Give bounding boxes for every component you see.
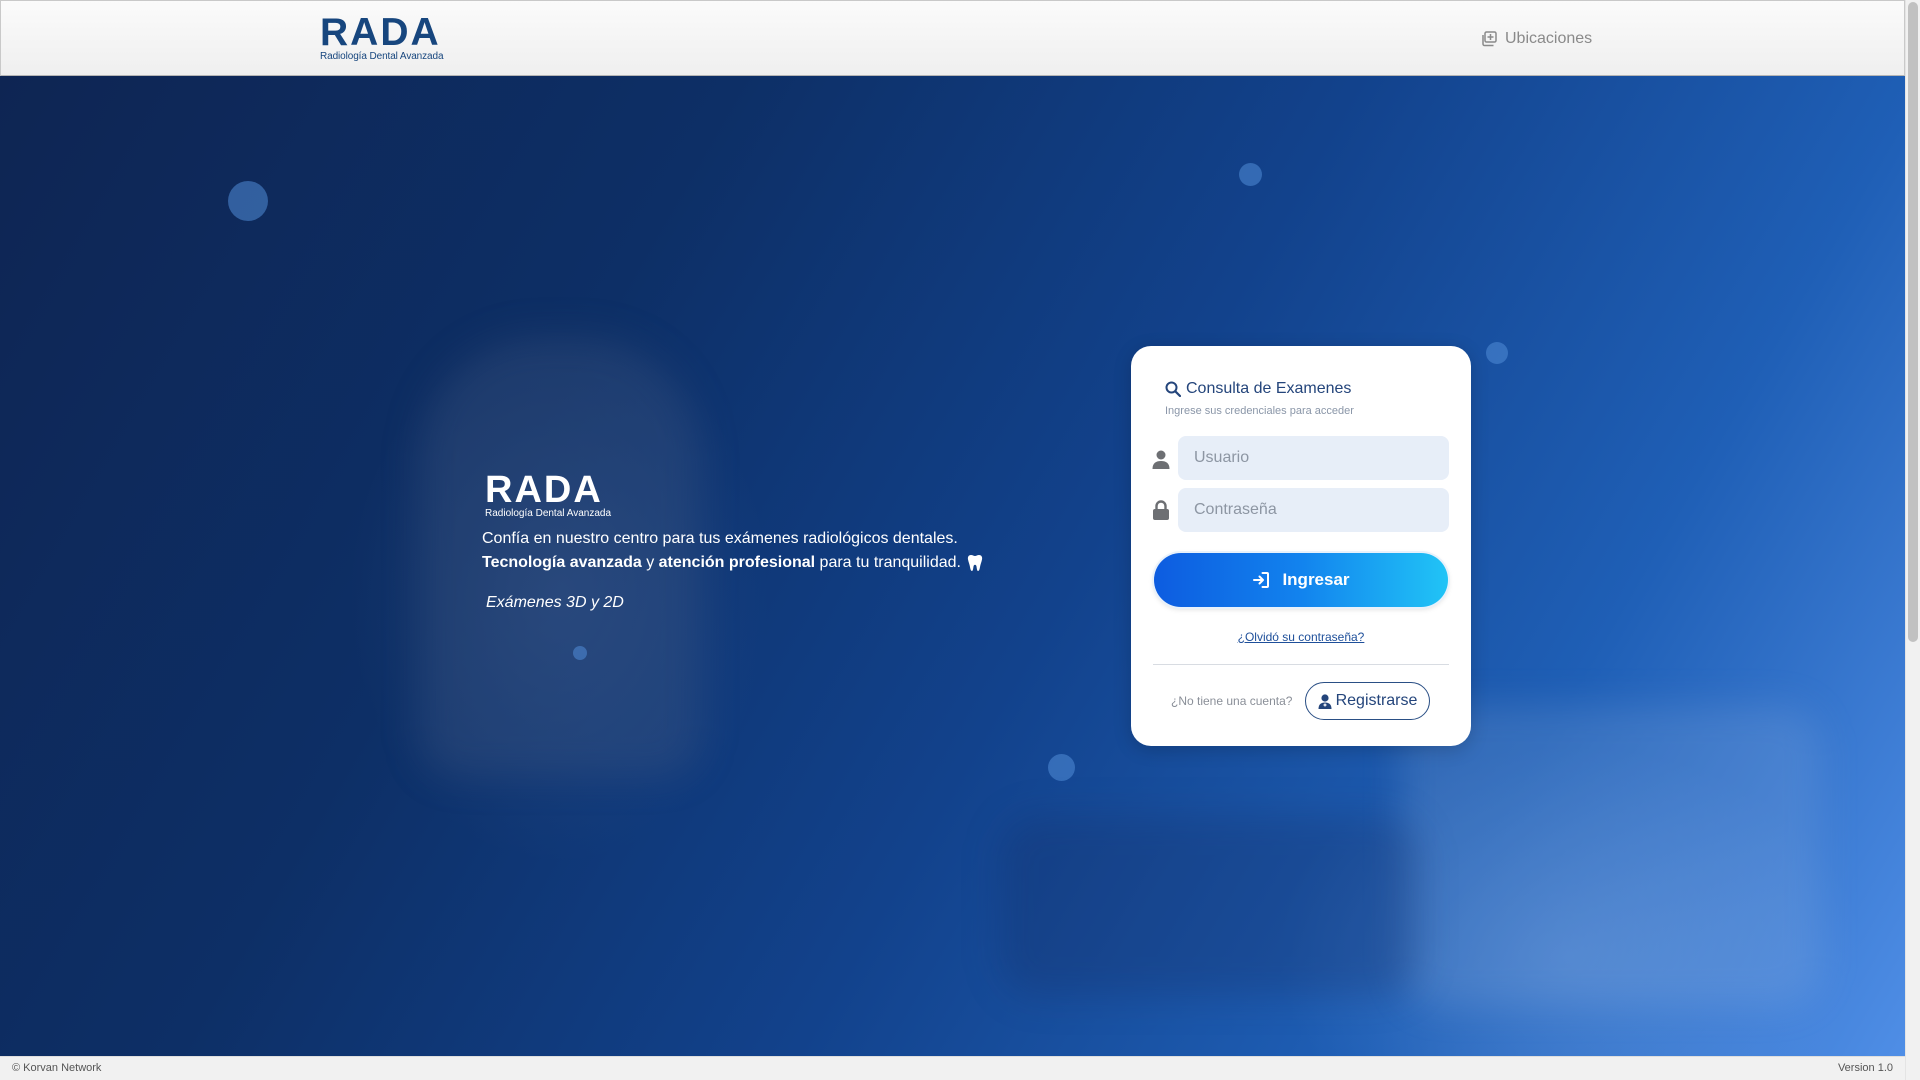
user-doctor-icon <box>1318 693 1332 709</box>
footer: © Korvan Network Version 1.0 <box>0 1056 1905 1080</box>
page: RADA Radiología Dental Avanzada Ubicacio… <box>0 0 1905 1080</box>
top-navbar: RADA Radiología Dental Avanzada Ubicacio… <box>0 0 1905 76</box>
hero-logo-tagline: Radiología Dental Avanzada <box>485 508 612 519</box>
login-card-title: Consulta de Examenes <box>1165 380 1351 398</box>
decorative-bubble <box>1486 342 1508 364</box>
decorative-bubble <box>1048 754 1075 781</box>
username-input[interactable] <box>1178 436 1449 480</box>
scrollbar-thumb[interactable] <box>1908 2 1918 642</box>
login-card-title-text: Consulta de Examenes <box>1186 380 1352 397</box>
no-account-text: ¿No tiene una cuenta? <box>1171 694 1293 708</box>
search-icon <box>1165 381 1181 397</box>
user-icon <box>1152 450 1170 469</box>
hero-highlight-technology: Tecnología avanzada <box>482 554 642 571</box>
hero-logo-wordmark: RADA <box>485 469 603 511</box>
nav-link-ubicaciones[interactable]: Ubicaciones <box>1481 27 1592 51</box>
lock-icon <box>1153 500 1169 520</box>
hero-logo-overlay: RADA Radiología Dental Avanzada <box>485 469 615 523</box>
brand-logo[interactable]: RADA Radiología Dental Avanzada <box>320 11 444 63</box>
background-blur-shape <box>1000 816 1420 996</box>
register-button-label: Registrarse <box>1335 692 1418 709</box>
footer-version: Version 1.0 <box>1837 1062 1893 1074</box>
footer-copyright: © Korvan Network <box>12 1062 102 1074</box>
card-divider <box>1153 664 1449 665</box>
background-blur-shape <box>1400 706 1820 1006</box>
decorative-bubble <box>1239 163 1262 186</box>
logo-tagline: Radiología Dental Avanzada <box>320 51 444 62</box>
hero-description-line2: Tecnología avanzada y atención profesion… <box>482 554 983 572</box>
register-button[interactable]: Registrarse <box>1305 682 1430 720</box>
hero-text-conjunction: y <box>641 554 659 571</box>
password-input[interactable] <box>1178 488 1449 532</box>
logo-wordmark: RADA <box>320 11 441 54</box>
hero-exams-text: Exámenes 3D y 2D <box>486 594 624 611</box>
hero-text-rest: para tu tranquilidad. <box>815 554 961 571</box>
tooth-icon <box>967 555 983 571</box>
nav-link-label: Ubicaciones <box>1505 30 1593 47</box>
login-card: Consulta de Examenes Ingrese sus credenc… <box>1131 346 1471 746</box>
hero-description-line1: Confía en nuestro centro para tus exámen… <box>482 530 958 547</box>
locations-icon <box>1482 31 1497 47</box>
forgot-password-link[interactable]: ¿Olvidó su contraseña? <box>1131 630 1471 644</box>
decorative-bubble <box>228 181 268 221</box>
vertical-scrollbar[interactable] <box>1905 0 1920 1080</box>
login-card-subtitle: Ingrese sus credenciales para acceder <box>1165 405 1354 417</box>
login-button-label: Ingresar <box>1282 570 1350 589</box>
decorative-bubble <box>573 646 587 660</box>
hero-highlight-attention: atención profesional <box>658 554 816 571</box>
login-button[interactable]: Ingresar <box>1154 553 1448 607</box>
sign-in-icon <box>1253 572 1270 588</box>
